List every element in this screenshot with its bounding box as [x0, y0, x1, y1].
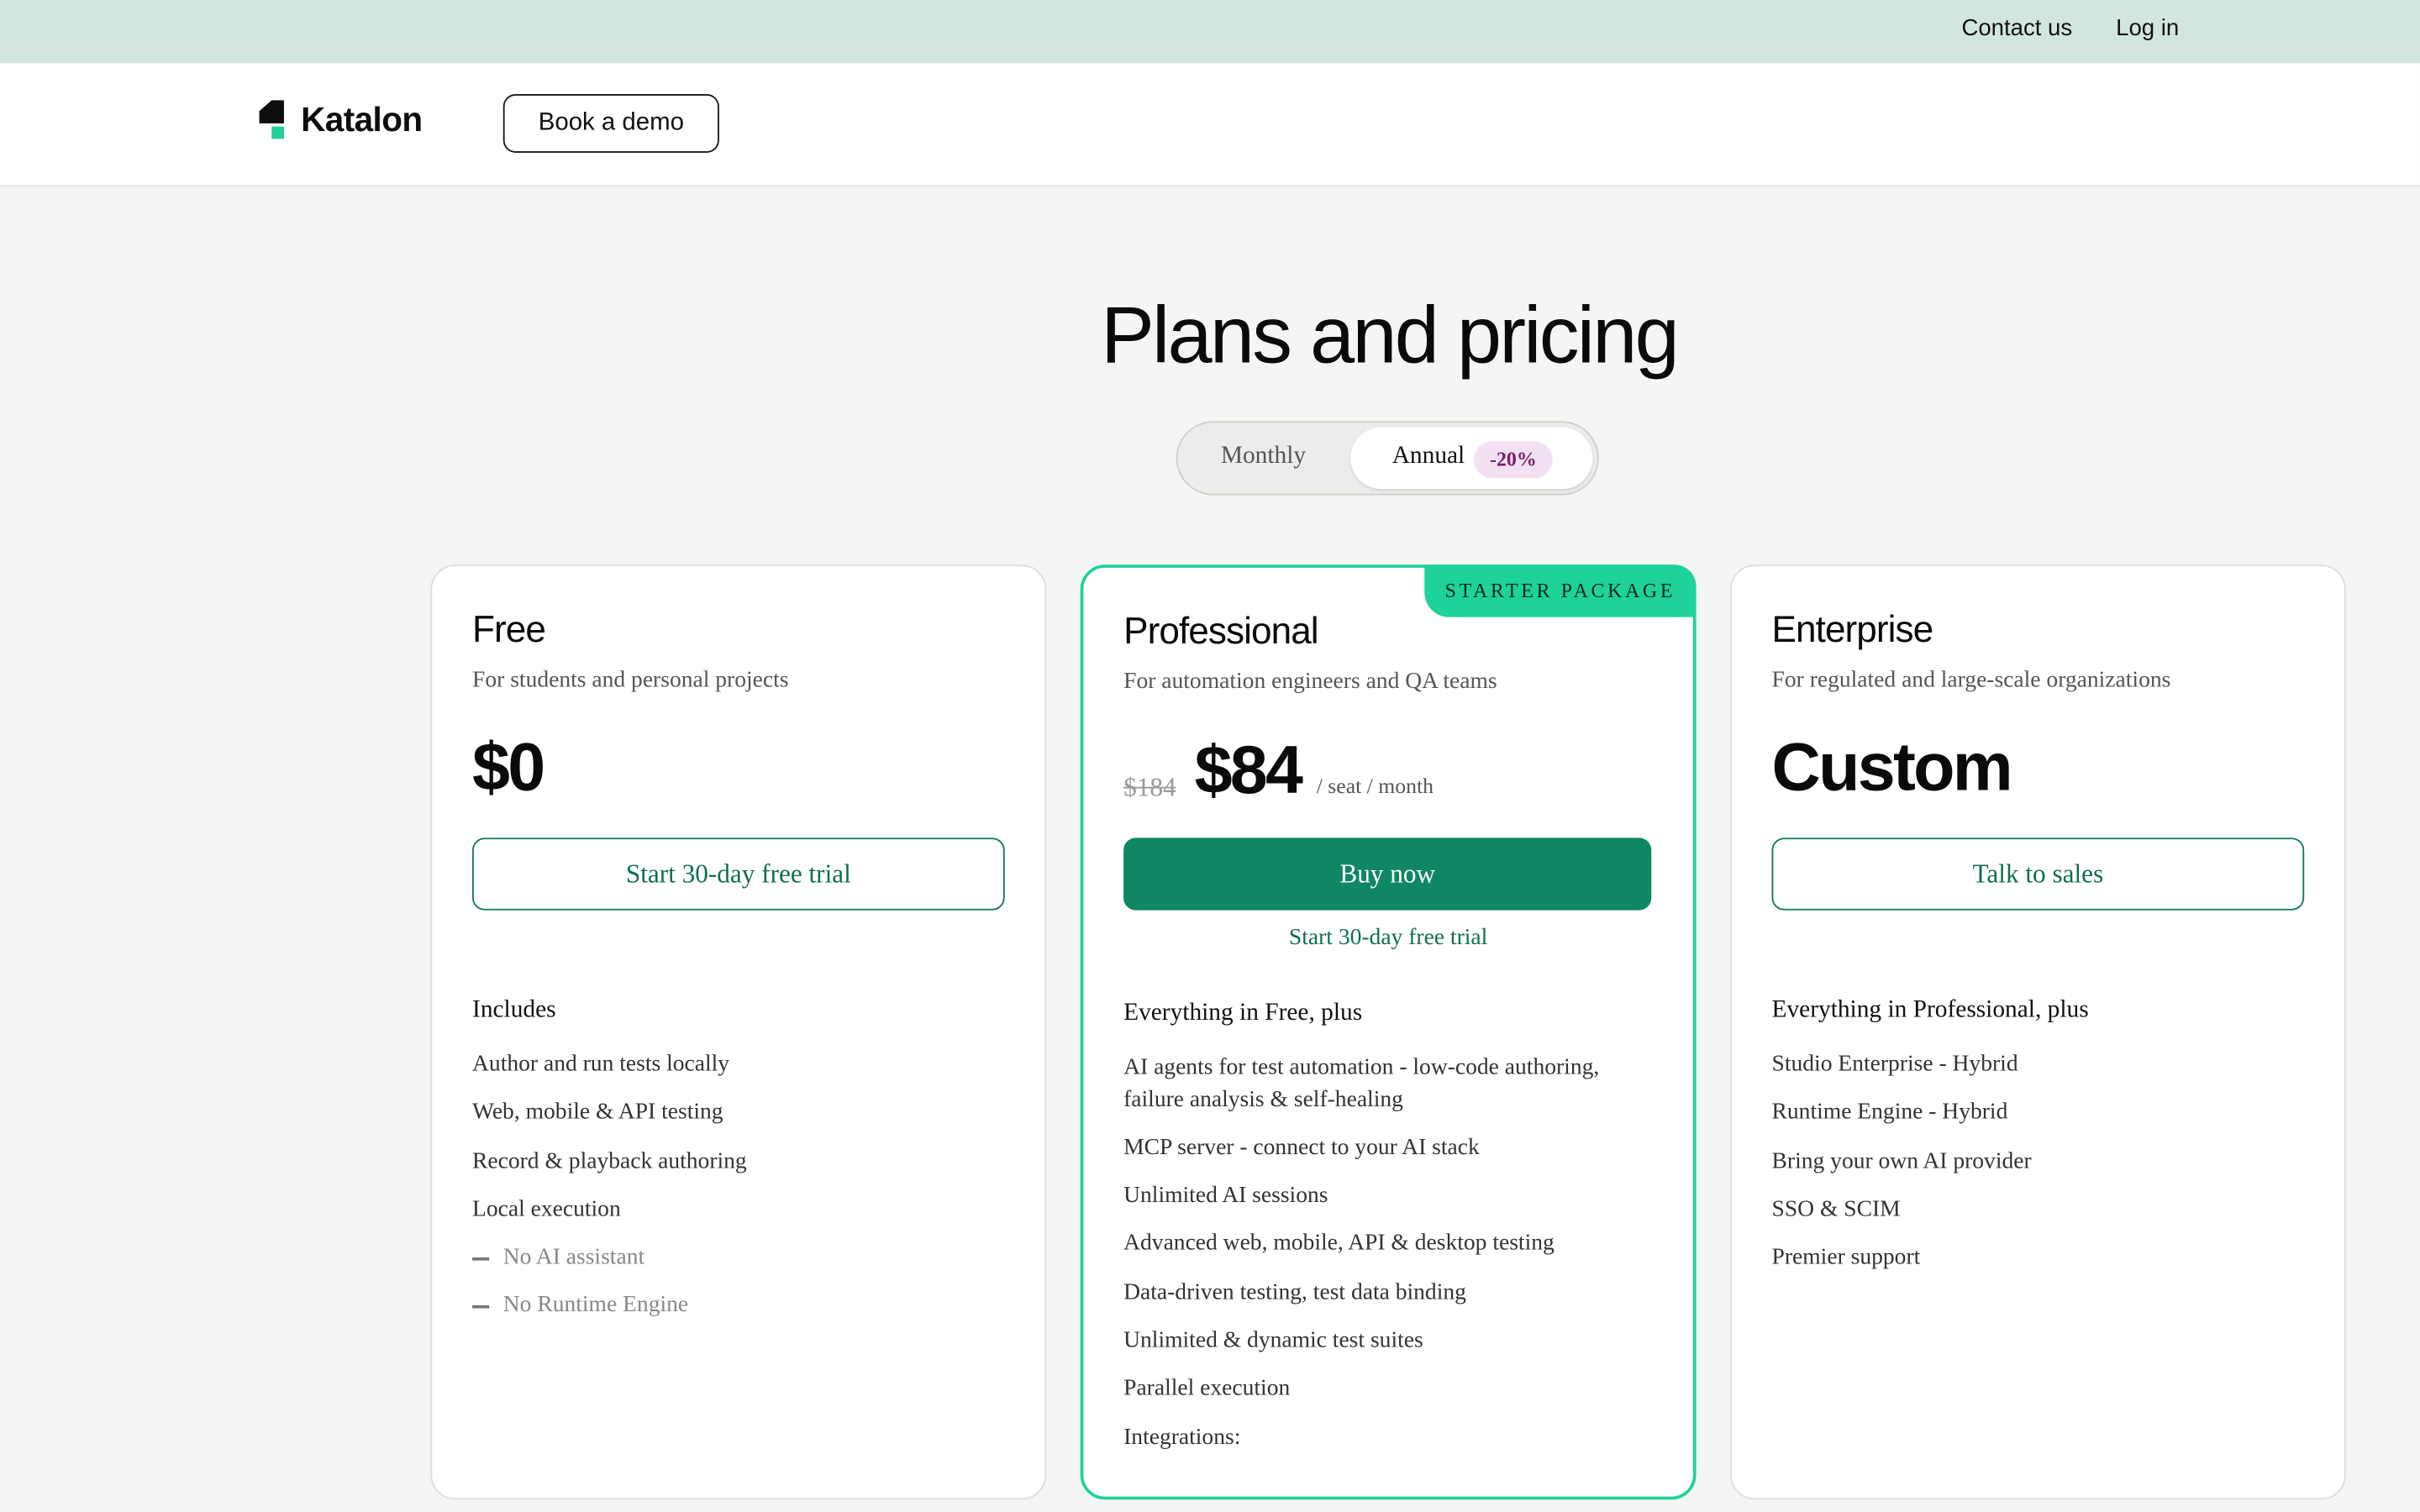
buy-now-button[interactable]: Buy now	[1123, 837, 1652, 911]
feature-list: Studio Enterprise - Hybrid Runtime Engin…	[1772, 1049, 2281, 1290]
feature-item: Local execution	[472, 1197, 621, 1222]
start-free-trial-link[interactable]: Start 30-day free trial	[1083, 926, 1692, 952]
brand-name: Katalon	[301, 100, 423, 139]
billing-toggle: Monthly Annual -20%	[1176, 421, 1599, 496]
dash-icon	[472, 1305, 490, 1309]
plan-description: For regulated and large-scale organizati…	[1771, 668, 2171, 693]
feature-item: Unlimited AI sessions	[1123, 1183, 1328, 1209]
plan-price: Custom	[1771, 729, 2013, 806]
dash-icon	[472, 1257, 490, 1261]
features-heading: Everything in Professional, plus	[1771, 996, 2089, 1023]
start-free-trial-button[interactable]: Start 30-day free trial	[472, 837, 1005, 911]
plan-card-free: Free For students and personal projects …	[430, 564, 1047, 1500]
main-navbar: Katalon Book a demo	[0, 63, 2420, 187]
plan-card-professional: STARTER PACKAGE Professional For automat…	[1080, 564, 1697, 1500]
top-utility-bar: Contact us Log in	[0, 0, 2420, 64]
feature-item: Data-driven testing, test data binding	[1123, 1279, 1466, 1305]
features-heading: Includes	[472, 996, 556, 1023]
talk-to-sales-button[interactable]: Talk to sales	[1771, 837, 2305, 911]
plan-name: Enterprise	[1771, 609, 1934, 652]
page: Contact us Log in Katalon Book a demo Pl…	[0, 0, 2420, 1512]
starter-package-tag: STARTER PACKAGE	[1424, 564, 1697, 617]
contact-us-link[interactable]: Contact us	[1961, 15, 2072, 41]
feature-item: SSO & SCIM	[1771, 1197, 1901, 1222]
feature-item-excluded: No Runtime Engine	[472, 1290, 981, 1322]
feature-item: AI agents for test automation - low-code…	[1123, 1055, 1600, 1112]
feature-item: Bring your own AI provider	[1771, 1148, 2032, 1173]
plan-price: $84	[1194, 732, 1303, 809]
billing-annual-option[interactable]: Annual -20%	[1350, 427, 1593, 490]
feature-item: Unlimited & dynamic test suites	[1123, 1328, 1423, 1353]
feature-item: Parallel execution	[1123, 1376, 1291, 1402]
feature-item: MCP server - connect to your AI stack	[1123, 1135, 1480, 1160]
feature-text: No AI assistant	[502, 1245, 645, 1270]
plan-price: $0	[472, 729, 545, 806]
plan-name: Free	[472, 609, 546, 652]
features-heading: Everything in Free, plus	[1123, 1000, 1363, 1026]
feature-item-excluded: No AI assistant	[472, 1242, 981, 1274]
feature-list: Author and run tests locally Web, mobile…	[472, 1049, 981, 1339]
billing-monthly-option[interactable]: Monthly	[1221, 443, 1306, 470]
plan-description: For students and personal projects	[472, 668, 789, 693]
plan-description: For automation engineers and QA teams	[1123, 669, 1497, 695]
feature-list: AI agents for test automation - low-code…	[1123, 1053, 1640, 1471]
katalon-logo-icon	[259, 100, 284, 139]
billing-annual-label: Annual	[1392, 443, 1465, 470]
discount-badge: -20%	[1474, 441, 1553, 479]
page-title: Plans and pricing	[1101, 291, 1680, 381]
original-price: $184	[1123, 773, 1176, 803]
plan-card-enterprise: Enterprise For regulated and large-scale…	[1729, 564, 2346, 1500]
feature-item: Advanced web, mobile, API & desktop test…	[1123, 1231, 1555, 1257]
feature-text: No Runtime Engine	[502, 1294, 689, 1319]
feature-item: Premier support	[1771, 1245, 1921, 1270]
book-demo-button[interactable]: Book a demo	[502, 94, 719, 153]
plan-name: Professional	[1123, 611, 1318, 653]
feature-item: Author and run tests locally	[472, 1052, 730, 1078]
price-unit: / seat / month	[1316, 775, 1434, 800]
login-link[interactable]: Log in	[2116, 15, 2179, 41]
feature-item: Record & playback authoring	[472, 1148, 747, 1173]
feature-item: Web, mobile & API testing	[472, 1100, 723, 1126]
feature-item: Studio Enterprise - Hybrid	[1771, 1052, 2018, 1078]
feature-item: Runtime Engine - Hybrid	[1771, 1100, 2008, 1126]
feature-item: Integrations:	[1123, 1425, 1241, 1450]
